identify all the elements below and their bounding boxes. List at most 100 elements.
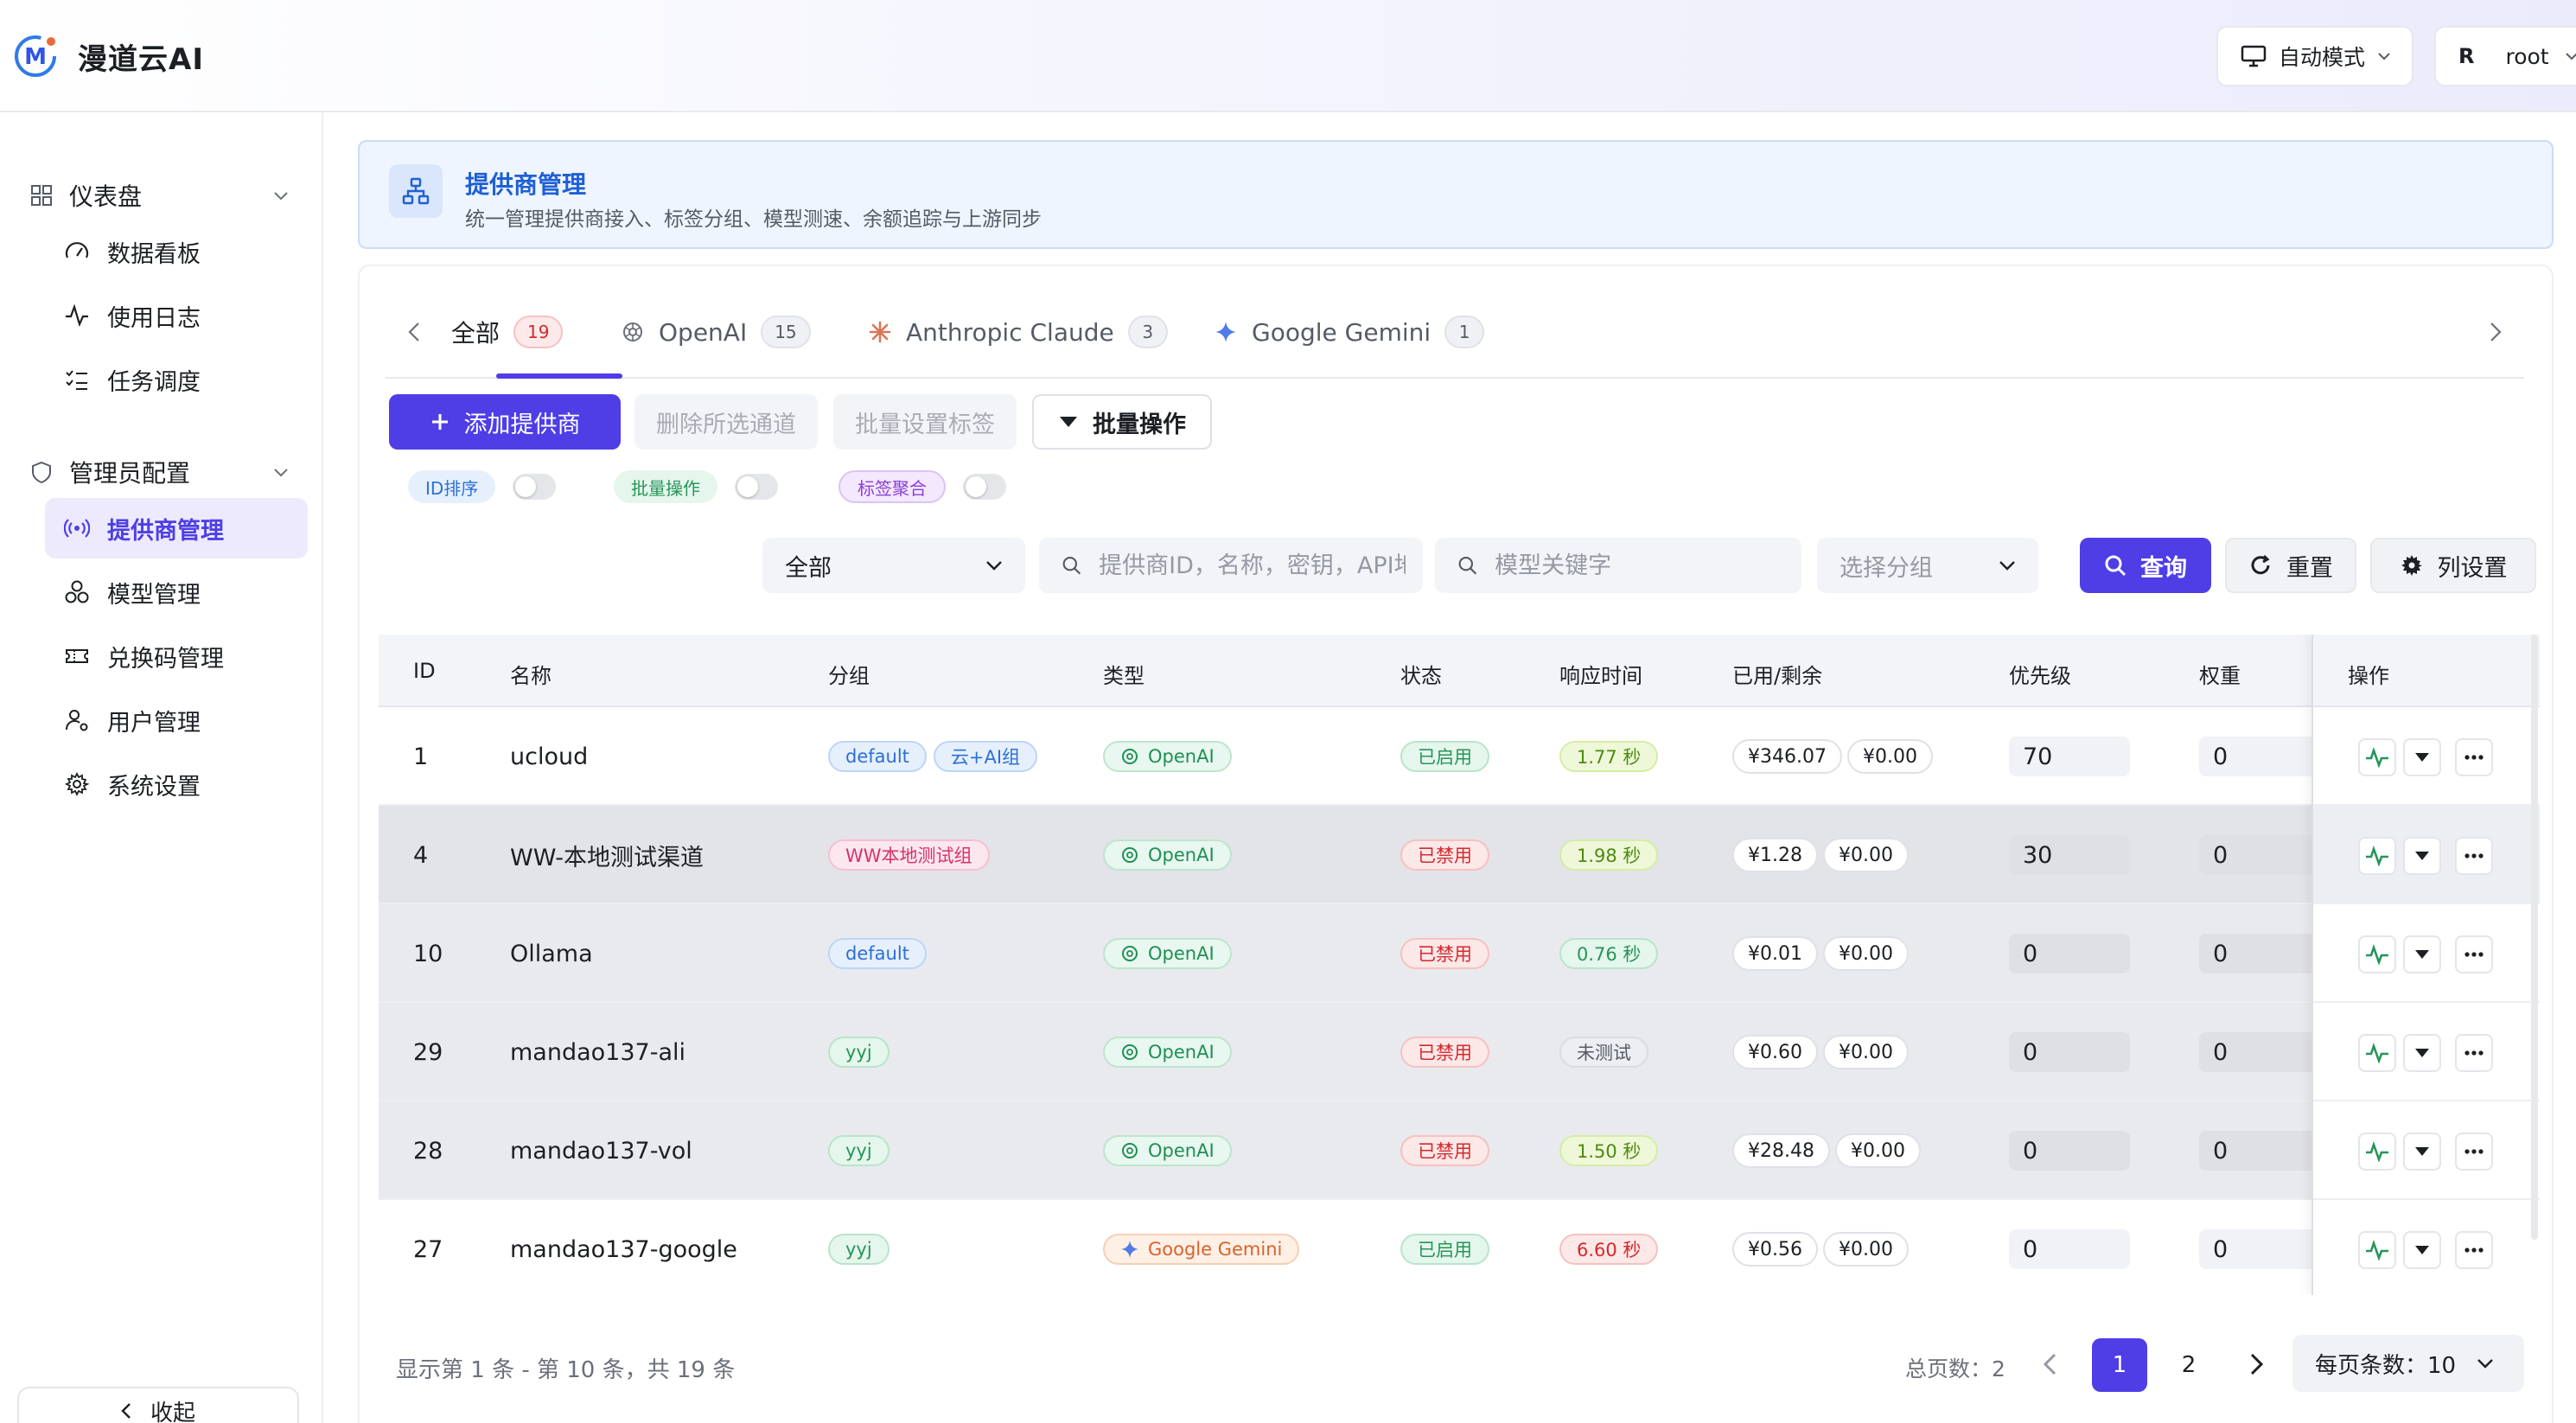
priority-input[interactable]: 0 bbox=[2009, 1229, 2130, 1269]
priority-input[interactable]: 0 bbox=[2009, 934, 2130, 973]
priority-input[interactable]: 0 bbox=[2009, 1131, 2130, 1171]
next-page-icon[interactable] bbox=[2249, 1352, 2265, 1376]
more-actions-button[interactable] bbox=[2455, 738, 2493, 776]
weight-input[interactable]: 0 bbox=[2199, 1229, 2320, 1269]
sidebar-group-admin[interactable]: 管理员配置 bbox=[29, 455, 289, 489]
provider-search-field[interactable] bbox=[1039, 538, 1423, 593]
page-size-select[interactable]: 每页条数：10 bbox=[2292, 1335, 2524, 1392]
table-row[interactable]: 4 WW-本地测试渠道 WW本地测试组 OpenAI 已禁用 1.98 秒 ¥1… bbox=[379, 806, 2540, 904]
openai-icon bbox=[1122, 946, 1138, 961]
page-button-2[interactable]: 2 bbox=[2161, 1338, 2216, 1392]
row-dropdown-button[interactable] bbox=[2403, 935, 2441, 973]
sidebar-item-data-board[interactable]: 数据看板 bbox=[45, 221, 308, 282]
cell-name: WW-本地测试渠道 bbox=[510, 844, 705, 871]
table-scrollbar[interactable] bbox=[2531, 635, 2538, 1240]
more-actions-button[interactable] bbox=[2455, 1231, 2493, 1269]
weight-input[interactable]: 0 bbox=[2199, 737, 2320, 776]
batch-operations-switch[interactable] bbox=[735, 474, 778, 500]
collapse-label: 收起 bbox=[150, 1400, 195, 1423]
row-dropdown-button[interactable] bbox=[2403, 1133, 2441, 1171]
sidebar-item-task-schedule[interactable]: 任务调度 bbox=[45, 349, 308, 410]
more-actions-button[interactable] bbox=[2455, 1133, 2493, 1171]
weight-input[interactable]: 0 bbox=[2199, 934, 2320, 973]
chevron-left-icon[interactable] bbox=[408, 322, 420, 342]
more-actions-button[interactable] bbox=[2455, 1034, 2493, 1072]
test-speed-button[interactable] bbox=[2358, 1133, 2396, 1171]
row-dropdown-button[interactable] bbox=[2403, 1231, 2441, 1269]
test-speed-button[interactable] bbox=[2358, 837, 2396, 875]
brand[interactable]: M 漫道云AI bbox=[10, 31, 204, 81]
row-dropdown-button[interactable] bbox=[2403, 738, 2441, 776]
sidebar-item-system-settings[interactable]: 系统设置 bbox=[45, 754, 308, 814]
sidebar-item-models[interactable]: 模型管理 bbox=[45, 562, 308, 622]
page-button-1[interactable]: 1 bbox=[2092, 1338, 2147, 1392]
column-header-type: 类型 bbox=[1103, 664, 1145, 688]
response-time-badge: 1.98 秒 bbox=[1559, 839, 1659, 871]
id-sort-switch[interactable] bbox=[513, 474, 557, 500]
tab-anthropic[interactable]: Anthropic Claude 3 bbox=[868, 315, 1168, 349]
priority-input[interactable]: 70 bbox=[2009, 737, 2130, 776]
table-row[interactable]: 28 mandao137-vol yyj OpenAI 已禁用 1.50 秒 ¥… bbox=[379, 1101, 2540, 1200]
sidebar-item-users[interactable]: 用户管理 bbox=[45, 690, 308, 750]
chevron-down-icon bbox=[986, 561, 1002, 571]
tag-aggregate-switch[interactable] bbox=[963, 474, 1006, 500]
weight-input[interactable]: 0 bbox=[2199, 1032, 2320, 1072]
theme-mode-button[interactable]: 自动模式 bbox=[2216, 26, 2413, 86]
search-icon bbox=[1458, 557, 1477, 575]
row-dropdown-button[interactable] bbox=[2403, 1034, 2441, 1072]
add-provider-button[interactable]: 添加提供商 bbox=[389, 394, 621, 450]
toggle-batch-operations[interactable]: 批量操作 bbox=[614, 470, 778, 503]
caret-down-icon bbox=[2415, 1147, 2429, 1156]
test-speed-button[interactable] bbox=[2358, 738, 2396, 776]
delete-selected-button[interactable]: 删除所选通道 bbox=[634, 394, 818, 450]
more-actions-button[interactable] bbox=[2455, 935, 2493, 973]
more-icon bbox=[2464, 952, 2484, 957]
sidebar-item-providers[interactable]: 提供商管理 bbox=[45, 498, 308, 558]
query-button[interactable]: 查询 bbox=[2080, 538, 2211, 593]
model-keyword-field[interactable] bbox=[1435, 538, 1801, 593]
row-dropdown-button[interactable] bbox=[2403, 837, 2441, 875]
sidebar-group-dashboard[interactable]: 仪表盘 bbox=[29, 178, 289, 213]
batch-set-tags-button[interactable]: 批量设置标签 bbox=[833, 394, 1017, 450]
remaining-amount: ¥0.00 bbox=[1846, 739, 1933, 774]
column-settings-button[interactable]: 列设置 bbox=[2370, 538, 2536, 593]
toggle-id-sort[interactable]: ID排序 bbox=[408, 470, 557, 503]
type-select-value: 全部 bbox=[785, 554, 832, 582]
tab-gemini[interactable]: Google Gemini 1 bbox=[1214, 315, 1485, 349]
monitor-icon bbox=[2241, 45, 2267, 67]
reset-button[interactable]: 重置 bbox=[2225, 538, 2356, 593]
user-menu-button[interactable]: R root bbox=[2434, 26, 2576, 86]
provider-search-input[interactable] bbox=[1099, 552, 1406, 579]
chevron-left-icon bbox=[121, 1403, 131, 1419]
test-speed-button[interactable] bbox=[2358, 935, 2396, 973]
activity-icon bbox=[2366, 747, 2388, 768]
sidebar-item-usage-log[interactable]: 使用日志 bbox=[45, 285, 308, 346]
prev-page-icon[interactable] bbox=[2042, 1352, 2057, 1376]
sidebar-item-label: 使用日志 bbox=[107, 304, 201, 332]
cell-weight: 0 bbox=[2199, 904, 2320, 1003]
group-select[interactable]: 选择分组 bbox=[1817, 538, 2038, 593]
priority-input[interactable]: 0 bbox=[2009, 1032, 2130, 1072]
model-keyword-input[interactable] bbox=[1495, 552, 1801, 579]
weight-input[interactable]: 0 bbox=[2199, 835, 2320, 875]
collapse-sidebar-button[interactable]: 收起 bbox=[17, 1387, 299, 1423]
table-row[interactable]: 27 mandao137-google yyj Google Gemini 已启… bbox=[379, 1200, 2540, 1295]
table-row[interactable]: 1 ucloud default 云+AI组 OpenAI 已启用 1.77 秒… bbox=[379, 707, 2540, 806]
table-row[interactable]: 29 mandao137-ali yyj OpenAI 已禁用 未测试 ¥0.6… bbox=[379, 1003, 2540, 1101]
tab-all[interactable]: 全部 19 bbox=[451, 315, 564, 349]
test-speed-button[interactable] bbox=[2358, 1034, 2396, 1072]
priority-input[interactable]: 30 bbox=[2009, 835, 2130, 875]
batch-operations-button[interactable]: 批量操作 bbox=[1032, 394, 1212, 450]
tab-count-badge: 15 bbox=[761, 316, 811, 348]
toggle-tag-aggregate[interactable]: 标签聚合 bbox=[838, 470, 1006, 503]
chevron-right-icon[interactable] bbox=[2490, 322, 2502, 342]
more-actions-button[interactable] bbox=[2455, 837, 2493, 875]
table-row[interactable]: 10 Ollama default OpenAI 已禁用 0.76 秒 ¥0.0… bbox=[379, 904, 2540, 1003]
tab-openai[interactable]: OpenAI 15 bbox=[621, 315, 811, 349]
test-speed-button[interactable] bbox=[2358, 1231, 2396, 1269]
sidebar-item-redeem-codes[interactable]: 兑换码管理 bbox=[45, 626, 308, 686]
chevron-down-icon bbox=[274, 191, 288, 200]
type-select[interactable]: 全部 bbox=[762, 538, 1025, 593]
weight-input[interactable]: 0 bbox=[2199, 1131, 2320, 1171]
anthropic-icon bbox=[869, 321, 891, 343]
